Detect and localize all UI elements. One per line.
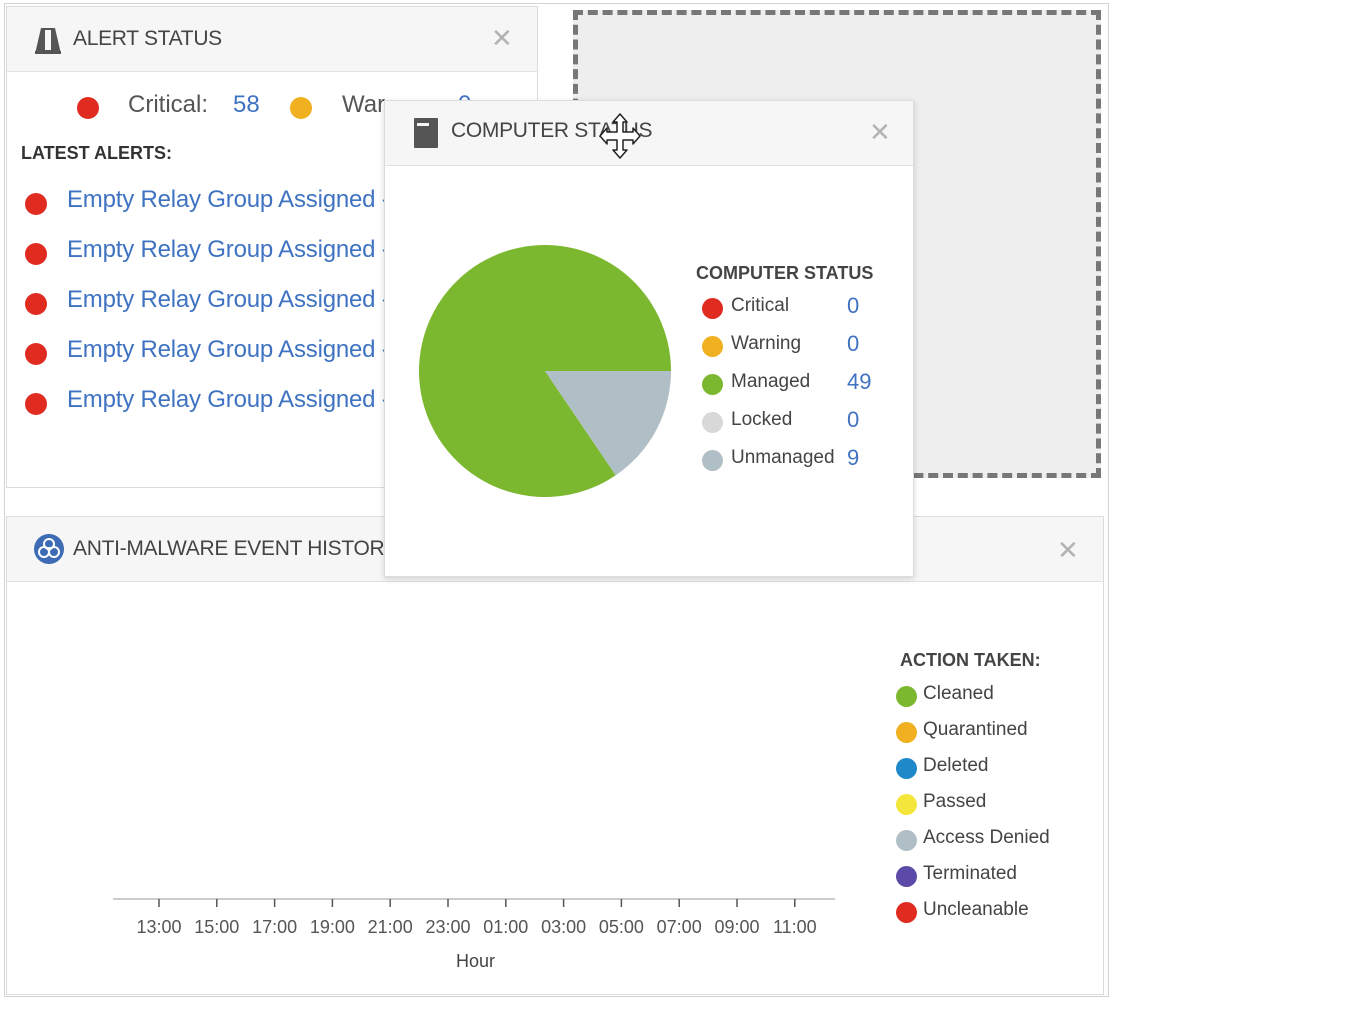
legend-dot-icon — [896, 866, 917, 887]
legend-dot-icon — [702, 298, 723, 319]
legend-item-label: Warning — [731, 333, 802, 354]
legend-dot-icon — [896, 686, 917, 707]
legend-item-label: Managed — [731, 371, 811, 392]
legend-item-value-link[interactable]: 0 — [847, 331, 859, 357]
legend-dot-icon — [896, 722, 917, 743]
x-axis-tick-label: 01:00 — [483, 917, 529, 937]
x-axis-tick-label: 21:00 — [367, 917, 413, 937]
alert-link[interactable]: Empty Relay Group Assigned - — [67, 386, 390, 414]
x-axis-tick-label: 15:00 — [194, 917, 240, 937]
alert-status-header[interactable]: ALERT STATUS ✕ — [7, 7, 537, 72]
legend-item-value-link[interactable]: 0 — [847, 293, 859, 319]
legend-item-label[interactable]: Quarantined — [923, 719, 1028, 741]
alert-dot-icon — [25, 393, 47, 415]
critical-dot-icon — [77, 97, 99, 119]
alert-link[interactable]: Empty Relay Group Assigned - — [67, 186, 390, 214]
alert-dot-icon — [25, 193, 47, 215]
legend-item-value-link[interactable]: 49 — [847, 369, 871, 395]
anti-malware-close-button[interactable]: ✕ — [1057, 537, 1079, 563]
alert-link[interactable]: Empty Relay Group Assigned - — [67, 236, 390, 264]
alert-dot-icon — [25, 243, 47, 265]
critical-label: Critical: — [128, 91, 209, 118]
legend-item-label: Locked — [731, 409, 793, 430]
move-cursor-icon — [599, 113, 641, 159]
warning-label: War — [342, 91, 386, 118]
legend-dot-icon — [896, 794, 917, 815]
legend-dot-icon — [702, 336, 723, 357]
x-axis-tick-label: 11:00 — [772, 917, 817, 937]
x-axis-tick-label: 05:00 — [598, 917, 644, 937]
legend-item-label[interactable]: Uncleanable — [923, 899, 1029, 921]
legend-item-label: Unmanaged — [731, 447, 835, 468]
alert-status-title: ALERT STATUS — [73, 27, 222, 50]
action-taken-legend-title: ACTION TAKEN: — [900, 650, 1041, 670]
biohazard-icon — [34, 534, 64, 564]
alert-dot-icon — [25, 343, 47, 365]
legend-item-value-link[interactable]: 9 — [847, 445, 859, 471]
legend-dot-icon — [702, 412, 723, 433]
legend-dot-icon — [896, 902, 917, 923]
legend-item-label[interactable]: Cleaned — [923, 683, 994, 705]
alert-link[interactable]: Empty Relay Group Assigned - — [67, 336, 390, 364]
alert-link[interactable]: Empty Relay Group Assigned - — [67, 286, 390, 314]
anti-malware-widget: ANTI-MALWARE EVENT HISTORY ✕ 13:00 15:00 1… — [6, 516, 1104, 995]
computer-status-legend-title: COMPUTER STATUS — [696, 263, 874, 283]
alert-status-close-button[interactable]: ✕ — [491, 25, 513, 51]
legend-dot-icon — [702, 374, 723, 395]
warning-dot-icon — [290, 97, 312, 119]
computer-status-header[interactable]: COMPUTER STATUS ✕ — [385, 101, 913, 166]
x-axis-tick-label: 09:00 — [714, 917, 760, 937]
latest-alerts-label: LATEST ALERTS: — [21, 143, 172, 163]
alert-triangle-icon — [35, 28, 61, 54]
legend-dot-icon — [702, 450, 723, 471]
x-axis-tick-label: 17:00 — [252, 917, 298, 937]
computer-status-widget[interactable]: COMPUTER STATUS ✕ COMPUTER STATUS Critic… — [384, 100, 914, 577]
x-axis-tick-label: 03:00 — [541, 917, 587, 937]
legend-item-label: Critical — [731, 295, 790, 316]
legend-item-label[interactable]: Access Denied — [923, 827, 1050, 849]
anti-malware-title: ANTI-MALWARE EVENT HISTORY — [73, 537, 398, 560]
server-icon — [414, 118, 438, 148]
legend-dot-icon — [896, 758, 917, 779]
x-axis-tick-label: 23:00 — [425, 917, 471, 937]
legend-item-value-link[interactable]: 0 — [847, 407, 859, 433]
x-axis-tick-label: 13:00 — [136, 917, 182, 937]
legend-item-label[interactable]: Terminated — [923, 863, 1017, 885]
legend-dot-icon — [896, 830, 917, 851]
legend-item-label[interactable]: Passed — [923, 791, 986, 813]
x-axis-ticks — [158, 899, 796, 907]
event-history-chart — [113, 898, 835, 907]
critical-count-link[interactable]: 58 — [233, 91, 260, 119]
legend-item-label[interactable]: Deleted — [923, 755, 989, 777]
x-axis-tick-label: 19:00 — [309, 917, 355, 937]
x-axis-tick-label: 07:00 — [656, 917, 702, 937]
computer-status-close-button[interactable]: ✕ — [869, 119, 891, 145]
computer-status-pie-chart — [419, 245, 671, 498]
x-axis-title: Hour — [456, 951, 496, 971]
alert-dot-icon — [25, 293, 47, 315]
